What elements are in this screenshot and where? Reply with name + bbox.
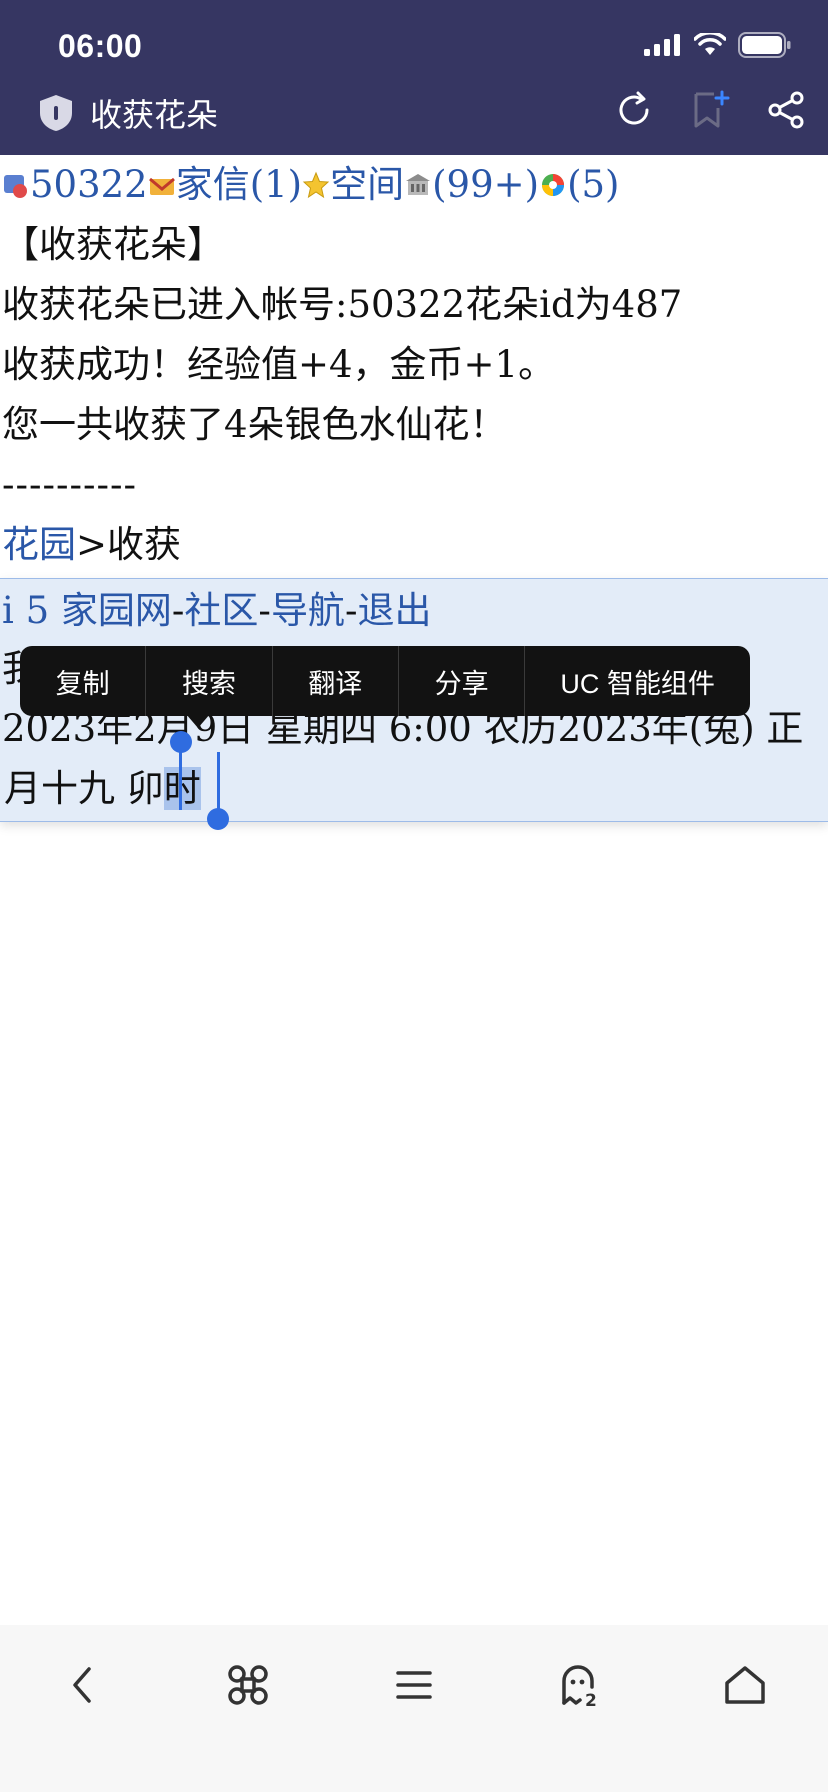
shield-icon [40,95,72,131]
signal-icon [644,34,680,56]
star-icon [302,171,330,199]
space-link[interactable]: 空间 [330,163,404,206]
wheel-link[interactable]: (5) [567,163,619,206]
translate-menu-item[interactable]: 翻译 [273,646,399,716]
command-icon [228,1665,269,1705]
breadcrumb: 花园>收获 [0,515,828,575]
browser-actions [614,90,806,130]
site-home-link[interactable]: i 5 家园网 [2,589,172,632]
footer-links: i 5 家园网-社区-导航-退出 [0,581,431,641]
tabs-button[interactable]: 2 [550,1655,610,1715]
mail-icon [148,177,175,195]
breadcrumb-separator: > [76,523,108,566]
message-line-2: 收获成功！经验值+4，金币+1。 [2,343,556,386]
message-line-3: 您一共收获了4朵银色水仙花！ [2,403,507,446]
message-line-1: 收获花朵已进入帐号:50322花朵id为487 [2,283,683,326]
back-chevron-icon [73,1667,91,1703]
status-icons [644,32,792,58]
home-button[interactable] [715,1655,775,1715]
copy-menu-item[interactable]: 复制 [20,646,147,716]
selected-text[interactable]: 时 [163,767,201,810]
home-icon [725,1666,765,1704]
user-id-link[interactable]: 50322 [30,163,148,206]
color-wheel-icon [542,174,565,196]
status-time: 06:00 [58,28,143,64]
garden-link[interactable]: 花园 [2,523,76,566]
building-icon [406,174,431,195]
text-context-menu: 复制 搜索 翻译 分享 UC 智能组件 [20,646,750,716]
page-title: 收获花朵 [90,97,219,133]
selection-start-bar [179,742,182,810]
user-icon [4,175,27,198]
address-bar[interactable]: 收获花朵 [36,90,218,136]
logout-link[interactable]: 退出 [357,589,431,632]
share-icon[interactable] [766,90,806,130]
footer-sep-2: - [258,589,271,632]
selection-end-handle[interactable] [207,808,229,830]
tabs-ghost-icon: 2 [561,1665,597,1707]
back-button[interactable] [53,1655,113,1715]
lunar-line: 月十九 卯时 [2,759,201,819]
wifi-icon [694,33,726,55]
bookmark-add-icon[interactable] [690,90,730,130]
count-link[interactable]: (99+) [432,163,539,206]
page-heading: 【收获花朵】 [2,223,224,266]
breadcrumb-current: 收获 [107,523,182,566]
divider-text: ---------- [2,463,138,506]
top-nav-line: 50322 家信(1) 空间 (99+) (5) [0,155,828,215]
share-menu-item[interactable]: 分享 [399,646,526,716]
community-link[interactable]: 社区 [184,589,258,632]
uc-widget-menu-item[interactable]: UC 智能组件 [525,646,750,716]
context-menu-pointer [186,714,210,728]
navigation-link[interactable]: 导航 [271,589,345,632]
search-menu-item[interactable]: 搜索 [146,646,273,716]
refresh-icon[interactable] [614,90,654,130]
battery-icon [738,32,791,58]
browser-top-bar: 06:00 收获花朵 [0,0,828,155]
footer-sep-1: - [171,589,185,632]
menu-button[interactable] [384,1655,444,1715]
page-content: 50322 家信(1) 空间 (99+) (5) 【收获花朵】 收获花朵已进入帐… [0,155,828,575]
bottom-toolbar: 2 [0,1625,828,1792]
hamburger-menu-icon [396,1671,432,1699]
footer-sep-3: - [344,589,358,632]
apps-button[interactable] [218,1655,278,1715]
mail-link[interactable]: 家信(1) [176,163,302,206]
svg-text:2: 2 [585,1691,597,1707]
lunar-text: 月十九 卯 [4,767,164,810]
